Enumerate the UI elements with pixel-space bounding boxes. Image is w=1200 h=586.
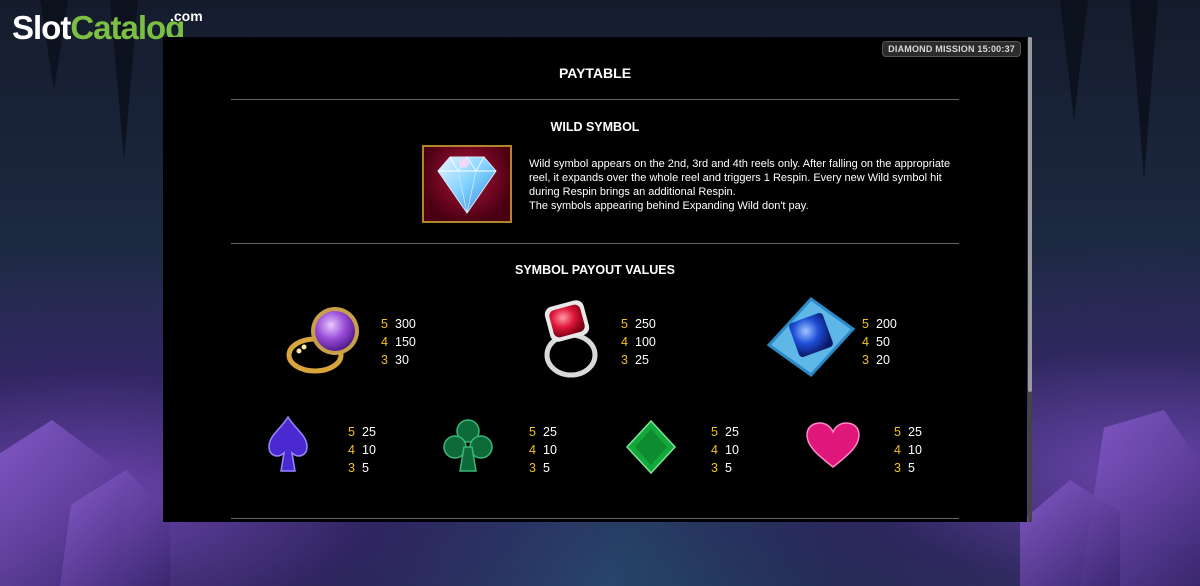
pay-count: 3: [529, 461, 536, 475]
divider: [231, 243, 959, 244]
sapphire-brooch-icon: [765, 295, 857, 384]
pay-count: 3: [862, 353, 869, 367]
pay-value: 25: [908, 425, 922, 439]
pay-row: 35: [348, 459, 376, 477]
club-payouts: 5 25 4 10 35: [529, 423, 557, 477]
pay-row: 5 300: [381, 315, 416, 333]
wild-symbol-description: Wild symbol appears on the 2nd, 3rd and …: [529, 157, 969, 213]
wild-symbol-title: WILD SYMBOL: [550, 120, 640, 134]
spade-icon: [267, 415, 309, 482]
heart-payouts: 5 25 4 10 35: [894, 423, 922, 477]
logo-slot-text: Slot: [12, 9, 71, 46]
pay-value: 300: [395, 317, 416, 331]
pay-value: 25: [725, 425, 739, 439]
pay-row: 35: [894, 459, 922, 477]
pay-count: 3: [381, 353, 388, 367]
pay-value: 100: [635, 335, 656, 349]
pay-count: 4: [894, 443, 901, 457]
pay-row: 4 10: [529, 441, 557, 459]
scrollbar-thumb[interactable]: [1028, 37, 1032, 392]
pay-count: 5: [348, 425, 355, 439]
amethyst-ring-icon: [285, 299, 371, 380]
pay-count: 4: [381, 335, 388, 349]
diamond-suit-payouts: 5 25 4 10 35: [711, 423, 739, 477]
pay-count: 3: [621, 353, 628, 367]
pay-count: 4: [621, 335, 628, 349]
pay-value: 10: [725, 443, 739, 457]
heart-icon: [805, 421, 861, 476]
pay-value: 30: [395, 353, 409, 367]
wild-diamond-icon: [422, 145, 512, 223]
pay-row: 5 25: [348, 423, 376, 441]
sapphire-brooch-payouts: 5 200 4 50 3 20: [862, 315, 897, 369]
pay-count: 3: [894, 461, 901, 475]
divider: [231, 99, 959, 100]
pay-row: 4 50: [862, 333, 897, 351]
spade-payouts: 5 25 4 10 35: [348, 423, 376, 477]
pay-row: 4 100: [621, 333, 656, 351]
pay-count: 4: [711, 443, 718, 457]
pay-value: 20: [876, 353, 890, 367]
pay-row: 5 25: [711, 423, 739, 441]
pay-value: 5: [725, 461, 732, 475]
pay-row: 5 25: [894, 423, 922, 441]
pay-row: 5 200: [862, 315, 897, 333]
pay-row: 3 30: [381, 351, 416, 369]
pay-row: 4 150: [381, 333, 416, 351]
symbol-payout-title: SYMBOL PAYOUT VALUES: [515, 263, 675, 277]
ruby-ring-icon: [531, 293, 607, 386]
pay-count: 5: [894, 425, 901, 439]
pay-value: 5: [543, 461, 550, 475]
pay-row: 35: [529, 459, 557, 477]
pay-row: 5 250: [621, 315, 656, 333]
pay-row: 4 10: [711, 441, 739, 459]
slotcatalog-logo: SlotCatalog .com S: [12, 8, 203, 90]
pay-value: 10: [908, 443, 922, 457]
pay-value: 250: [635, 317, 656, 331]
paytable-panel: DIAMOND MISSION 15:00:37 PAYTABLE WILD S…: [163, 37, 1027, 522]
pay-row: 3 25: [621, 351, 656, 369]
pay-count: 5: [621, 317, 628, 331]
pay-count: 5: [862, 317, 869, 331]
paytable-title: PAYTABLE: [558, 65, 632, 81]
logo-com-text: .com: [170, 8, 203, 24]
pay-count: 5: [711, 425, 718, 439]
pay-count: 3: [711, 461, 718, 475]
pay-count: 5: [381, 317, 388, 331]
pay-row: 35: [711, 459, 739, 477]
pay-row: 4 10: [348, 441, 376, 459]
wild-note-text: The symbols appearing behind Expanding W…: [529, 200, 809, 212]
wild-description-text: Wild symbol appears on the 2nd, 3rd and …: [529, 158, 951, 198]
pay-row: 3 20: [862, 351, 897, 369]
divider: [231, 518, 959, 519]
amethyst-ring-payouts: 5 300 4 150 3 30: [381, 315, 416, 369]
pay-value: 200: [876, 317, 897, 331]
pay-count: 4: [862, 335, 869, 349]
diamond-suit-icon: [625, 419, 677, 480]
pay-count: 4: [348, 443, 355, 457]
pay-value: 5: [362, 461, 369, 475]
pay-count: 4: [529, 443, 536, 457]
ruby-ring-payouts: 5 250 4 100 3 25: [621, 315, 656, 369]
pay-count: 3: [348, 461, 355, 475]
pay-count: 5: [529, 425, 536, 439]
pay-row: 4 10: [894, 441, 922, 459]
pay-value: 5: [908, 461, 915, 475]
paytable-scrollbar[interactable]: [1028, 37, 1032, 522]
club-icon: [443, 417, 493, 480]
pay-value: 10: [543, 443, 557, 457]
pay-row: 5 25: [529, 423, 557, 441]
pay-value: 25: [635, 353, 649, 367]
pay-value: 150: [395, 335, 416, 349]
pay-value: 10: [362, 443, 376, 457]
pay-value: 25: [362, 425, 376, 439]
pay-value: 25: [543, 425, 557, 439]
mission-timer-badge: DIAMOND MISSION 15:00:37: [882, 41, 1021, 57]
pay-value: 50: [876, 335, 890, 349]
